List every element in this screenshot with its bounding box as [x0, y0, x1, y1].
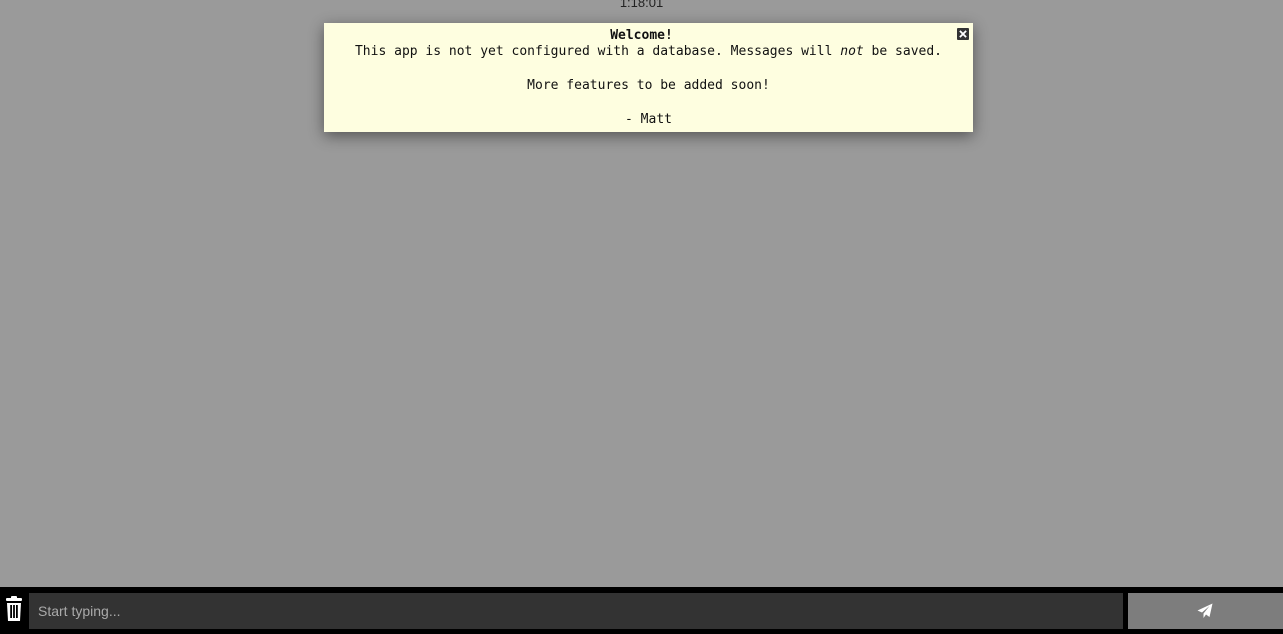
notice-text-before: This app is not yet configured with a da… — [354, 44, 841, 59]
notice-signature: - Matt — [625, 112, 672, 127]
welcome-notice: Welcome! This app is not yet configured … — [324, 23, 973, 132]
clock-display: 1:18:01 — [619, 0, 664, 10]
composer-bar — [0, 587, 1283, 634]
notice-text-after: be saved. — [863, 44, 943, 59]
message-input[interactable] — [29, 593, 1123, 629]
notice-line-features: More features to be added soon! — [527, 78, 770, 93]
notice-title: Welcome! — [610, 28, 673, 43]
paper-plane-icon — [1197, 603, 1213, 618]
notice-emphasis: not — [840, 44, 864, 59]
send-button[interactable] — [1128, 593, 1283, 629]
trash-icon[interactable] — [3, 596, 25, 622]
notice-line-database: This app is not yet configured with a da… — [324, 43, 973, 60]
close-icon[interactable] — [957, 28, 969, 40]
